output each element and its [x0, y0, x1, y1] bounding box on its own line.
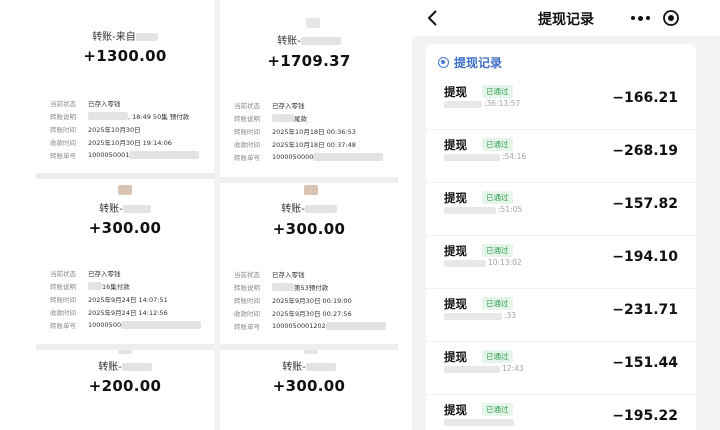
record-title: 提现: [444, 297, 467, 311]
receive-time-row: 收款时间 2025年9月30日 00:27:56: [234, 309, 352, 318]
blurred-avatar: [118, 185, 132, 195]
transfer-receipt-card: 转账- +300.00: [220, 350, 398, 430]
transfer-title: 转账-: [220, 200, 398, 215]
record-time: [444, 417, 516, 426]
status-badge: 已通过: [482, 403, 513, 416]
transfer-receipt-card: 转账- +300.00 当前状态 已存入零钱 转账说明 第53预付款 转账时间 202…: [220, 183, 398, 344]
record-amount: −231.71: [612, 302, 678, 318]
receive-time-row: 收款时间 2025年10月18日 00:37:48: [234, 140, 356, 149]
transfer-title: 转账-: [220, 358, 398, 373]
note-row: 转账说明 尾款: [234, 113, 307, 123]
transfer-id-row: 转账单号 1000050001202: [234, 319, 392, 332]
status-row: 当前状态 已存入零钱: [234, 101, 305, 110]
record-amount: −194.10: [612, 249, 678, 265]
note-row: 转账说明 第53预付款: [234, 282, 329, 292]
note-row: 转账说明, 18:49 50集 预付款: [50, 111, 190, 121]
transfer-amount: +300.00: [272, 220, 346, 238]
transfer-id-row: 转账单号 10000500: [50, 318, 208, 331]
transfer-receipts-collage: 转账-来自 +1300.00 当前状态 已存入零钱 转账说明, 18:49 50集…: [0, 0, 412, 430]
record-amount: −268.19: [612, 143, 678, 159]
transfer-id-row: 转账单号 1000050001: [50, 148, 208, 161]
transfer-title: 转账-来自: [36, 28, 214, 43]
transfer-title: 转账-: [36, 200, 214, 215]
nav-bar: 提现记录: [412, 0, 720, 36]
record-title: 提现: [444, 85, 467, 99]
record-time: :54:16: [444, 152, 526, 161]
transfer-amount: +1300.00: [83, 47, 167, 65]
status-badge: 已通过: [482, 138, 513, 151]
status-row: 当前状态 已存入零钱: [50, 269, 121, 278]
record-title: 提现: [444, 244, 467, 258]
status-badge: 已通过: [482, 350, 513, 363]
withdrawal-record[interactable]: 提现 已通过 12:43 −151.44: [426, 342, 696, 395]
transfer-id-row: 转账单号 1000050000: [234, 150, 392, 163]
transfer-receipt-card: 转账- +300.00 当前状态 已存入零钱 转账说明 16集付款 转账时间 2025…: [36, 179, 214, 344]
blurred-avatar: [118, 350, 132, 354]
withdrawal-record[interactable]: 提现 已通过 :54:16 −268.19: [426, 130, 696, 183]
transfer-time-row: 转账时间 2025年10月30日: [50, 125, 141, 134]
record-title: 提现: [444, 191, 467, 205]
record-amount: −157.82: [612, 196, 678, 212]
transfer-amount: +200.00: [88, 377, 162, 395]
withdrawal-record[interactable]: 提现 已通过 :51:05 −157.82: [426, 183, 696, 236]
more-button[interactable]: [626, 9, 654, 27]
transfer-amount: +300.00: [272, 377, 346, 395]
record-time: 12:43: [444, 364, 524, 373]
status-badge: 已通过: [482, 85, 513, 98]
blurred-avatar: [304, 185, 318, 195]
record-title: 提现: [444, 403, 467, 417]
transfer-receipt-card: 转账- +200.00: [36, 350, 214, 430]
close-mini-program-button[interactable]: [662, 9, 680, 27]
receive-time-row: 收款时间 2025年9月24日 14:12:56: [50, 308, 168, 317]
target-close-icon: [663, 10, 679, 26]
status-row: 当前状态 已存入零钱: [50, 99, 121, 108]
receive-time-row: 收款时间 2025年10月30日 19:14:06: [50, 138, 172, 147]
withdrawal-record[interactable]: 提现 已通过 −195.22: [426, 395, 696, 430]
status-badge: 已通过: [482, 297, 513, 310]
status-badge: 已通过: [482, 191, 513, 204]
transfer-receipt-card: 转账-来自 +1300.00 当前状态 已存入零钱 转账说明, 18:49 50集…: [36, 0, 214, 173]
record-time: :33: [444, 311, 516, 320]
section-header: 提现记录: [438, 54, 502, 71]
record-time: 10:13:02: [444, 258, 522, 267]
status-badge: 已通过: [482, 244, 513, 257]
blurred-avatar: [306, 18, 320, 28]
status-row: 当前状态 已存入零钱: [234, 270, 305, 279]
transfer-title: 转账-: [36, 358, 214, 373]
transfer-time-row: 转账时间 2025年9月24日 14:07:51: [50, 295, 168, 304]
section-label: 提现记录: [454, 56, 503, 70]
record-title: 提现: [444, 350, 467, 364]
record-time: :36:13:57: [444, 99, 520, 108]
withdrawal-record[interactable]: 提现 已通过 :33 −231.71: [426, 289, 696, 342]
note-row: 转账说明 16集付款: [50, 281, 130, 291]
transfer-title: 转账-: [220, 32, 398, 47]
blurred-avatar: [304, 350, 318, 354]
withdrawal-record[interactable]: 提现 已通过 10:13:02 −194.10: [426, 236, 696, 289]
withdrawal-records-screen: 提现记录 提现记录 提现 已通过 :36:13:57 −166.21 提现 已通…: [412, 0, 720, 430]
transfer-time-row: 转账时间 2025年9月30日 00:19:00: [234, 296, 352, 305]
transfer-receipt-card: 转账- +1709.37 当前状态 已存入零钱 转账说明 尾款 转账时间 2025年1…: [220, 0, 398, 177]
record-amount: −195.22: [612, 408, 678, 424]
transfer-amount: +300.00: [88, 219, 162, 237]
record-title: 提现: [444, 138, 467, 152]
transfer-time-row: 转账时间 2025年10月18日 00:36:53: [234, 127, 356, 136]
withdrawal-record[interactable]: 提现 已通过 :36:13:57 −166.21: [426, 77, 696, 130]
record-circle-icon: [438, 57, 449, 68]
record-amount: −166.21: [612, 90, 678, 106]
more-dots-icon: [630, 16, 635, 20]
record-amount: −151.44: [612, 355, 678, 371]
record-time: :51:05: [444, 205, 522, 214]
transfer-amount: +1709.37: [267, 52, 351, 70]
